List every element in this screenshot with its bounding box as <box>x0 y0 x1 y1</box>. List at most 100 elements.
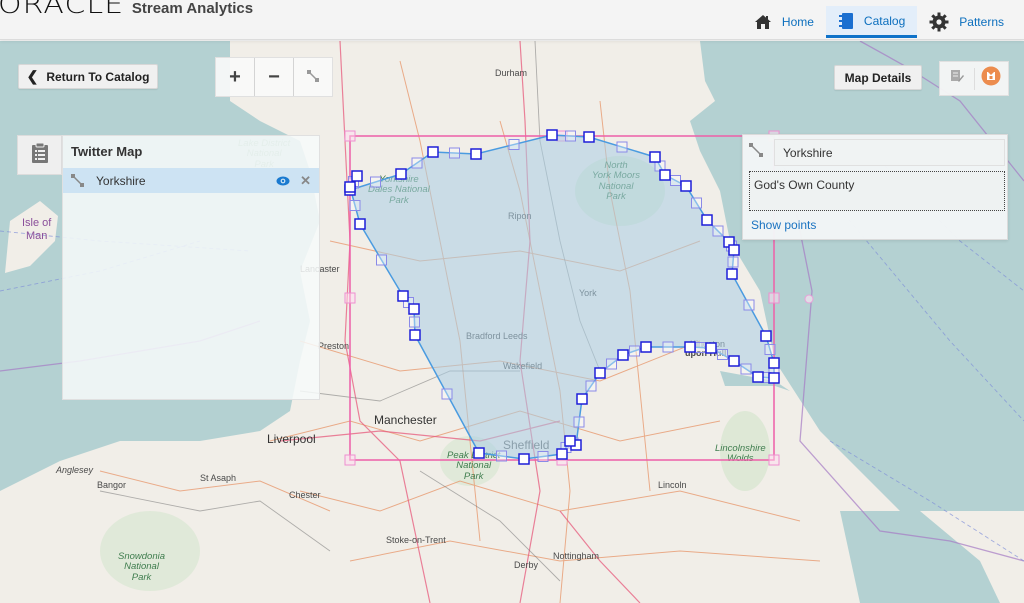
layers-panel-toggle[interactable] <box>17 135 62 175</box>
vertex-handle[interactable] <box>640 341 652 353</box>
zoom-in-button[interactable]: + <box>216 58 255 96</box>
remove-layer-icon[interactable]: ✕ <box>300 173 311 189</box>
brand: ORACLE Stream Analytics <box>0 0 253 20</box>
midpoint-handle[interactable] <box>606 358 617 370</box>
midpoint-handle[interactable] <box>573 416 585 428</box>
edit-list-icon <box>950 69 964 88</box>
vertex-handle[interactable] <box>649 151 661 163</box>
vertex-handle[interactable] <box>768 372 780 384</box>
vertex-handle[interactable] <box>564 435 576 447</box>
midpoint-handle[interactable] <box>370 176 381 188</box>
vertex-handle[interactable] <box>409 329 421 341</box>
rotate-handle[interactable] <box>804 294 814 304</box>
nav-home[interactable]: Home <box>742 6 826 38</box>
vertex-handle[interactable] <box>397 290 409 302</box>
vertex-handle[interactable] <box>752 371 764 383</box>
layers-panel-title: Twitter Map <box>71 144 143 159</box>
nav-patterns[interactable]: Patterns <box>917 6 1016 38</box>
midpoint-handle[interactable] <box>629 345 640 357</box>
bbox-resize-handle[interactable] <box>344 454 356 466</box>
midpoint-handle[interactable] <box>565 130 576 142</box>
plus-icon: + <box>229 65 241 88</box>
midpoint-handle[interactable] <box>616 141 628 153</box>
vertex-handle[interactable] <box>470 148 482 160</box>
map-canvas[interactable]: Durham Lake District National Park Isle … <box>0 41 1024 603</box>
vertex-handle[interactable] <box>354 218 366 230</box>
user-avatar-button[interactable] <box>974 62 1008 95</box>
midpoint-handle[interactable] <box>449 147 460 159</box>
midpoint-handle[interactable] <box>376 254 387 266</box>
midpoint-handle[interactable] <box>764 344 776 355</box>
bbox-resize-handle[interactable] <box>768 454 780 466</box>
vertex-handle[interactable] <box>518 453 530 465</box>
vertex-handle[interactable] <box>684 341 696 353</box>
midpoint-handle[interactable] <box>411 157 423 169</box>
midpoint-handle[interactable] <box>712 225 724 237</box>
polyline-icon <box>71 174 84 187</box>
vertex-handle[interactable] <box>583 131 595 143</box>
midpoint-handle[interactable] <box>691 197 702 209</box>
vertex-handle[interactable] <box>728 355 740 367</box>
vertex-handle[interactable] <box>546 129 558 141</box>
vertex-handle[interactable] <box>768 357 780 369</box>
midpoint-handle[interactable] <box>349 200 361 211</box>
vertex-handle[interactable] <box>617 349 629 361</box>
shape-name-input[interactable]: Yorkshire <box>774 139 1005 166</box>
vertex-handle[interactable] <box>427 146 439 158</box>
vertex-handle[interactable] <box>659 169 671 181</box>
bbox-resize-handle[interactable] <box>344 130 356 142</box>
vertex-handle[interactable] <box>705 342 717 354</box>
draw-polygon-button[interactable] <box>294 58 332 96</box>
midpoint-handle[interactable] <box>670 175 681 186</box>
map-details-label: Map Details <box>844 70 912 85</box>
home-icon <box>754 14 772 30</box>
midpoint-handle[interactable] <box>508 139 520 150</box>
oracle-logo: ORACLE <box>0 0 125 20</box>
return-to-catalog-button[interactable]: ❮ Return To Catalog <box>18 64 158 89</box>
main-nav: Home Catalog Patterns <box>742 6 1016 38</box>
midpoint-handle[interactable] <box>662 341 674 353</box>
polyline-icon <box>749 143 763 162</box>
vertex-handle[interactable] <box>594 367 606 379</box>
zoom-out-button[interactable]: − <box>255 58 294 96</box>
vertex-handle[interactable] <box>760 330 772 342</box>
app-header: ORACLE Stream Analytics Home Catalog Pat… <box>0 0 1024 40</box>
midpoint-handle[interactable] <box>695 342 706 353</box>
nav-patterns-label: Patterns <box>959 15 1004 29</box>
midpoint-handle[interactable] <box>743 299 755 311</box>
map-tool-group <box>939 61 1009 96</box>
layer-item[interactable]: Yorkshire ✕ <box>63 168 319 193</box>
shape-description-input[interactable]: God's Own County <box>749 171 1005 211</box>
midpoint-handle[interactable] <box>740 363 752 375</box>
vertex-handle[interactable] <box>473 447 485 459</box>
vertex-handle[interactable] <box>701 214 713 226</box>
vertex-handle[interactable] <box>408 303 420 315</box>
midpoint-handle[interactable] <box>537 451 549 462</box>
clipboard-list-icon <box>31 142 49 169</box>
eye-icon[interactable] <box>276 176 290 186</box>
show-points-link[interactable]: Show points <box>751 218 816 232</box>
avatar-icon <box>981 66 1001 91</box>
edit-list-button[interactable] <box>940 62 974 95</box>
vertex-handle[interactable] <box>351 170 363 182</box>
midpoint-handle[interactable] <box>409 316 420 328</box>
map-details-button[interactable]: Map Details <box>834 65 922 90</box>
midpoint-handle[interactable] <box>585 380 597 392</box>
vertex-handle[interactable] <box>680 180 692 192</box>
vertex-handle[interactable] <box>726 268 738 280</box>
vertex-handle[interactable] <box>395 168 407 180</box>
midpoint-handle[interactable] <box>441 388 453 400</box>
midpoint-handle[interactable] <box>717 349 728 360</box>
midpoint-handle[interactable] <box>496 450 507 462</box>
vertex-handle[interactable] <box>728 244 740 256</box>
nav-catalog[interactable]: Catalog <box>825 6 918 38</box>
bbox-resize-handle[interactable] <box>344 292 356 304</box>
midpoint-handle[interactable] <box>727 256 739 268</box>
layer-item-name: Yorkshire <box>96 173 146 188</box>
vertex-handle[interactable] <box>576 393 588 405</box>
layers-panel: Twitter Map Yorkshire ✕ <box>62 135 320 400</box>
gear-icon <box>929 12 949 32</box>
vertex-handle[interactable] <box>344 181 356 193</box>
vertex-handle[interactable] <box>556 448 568 460</box>
bbox-resize-handle[interactable] <box>768 292 780 304</box>
